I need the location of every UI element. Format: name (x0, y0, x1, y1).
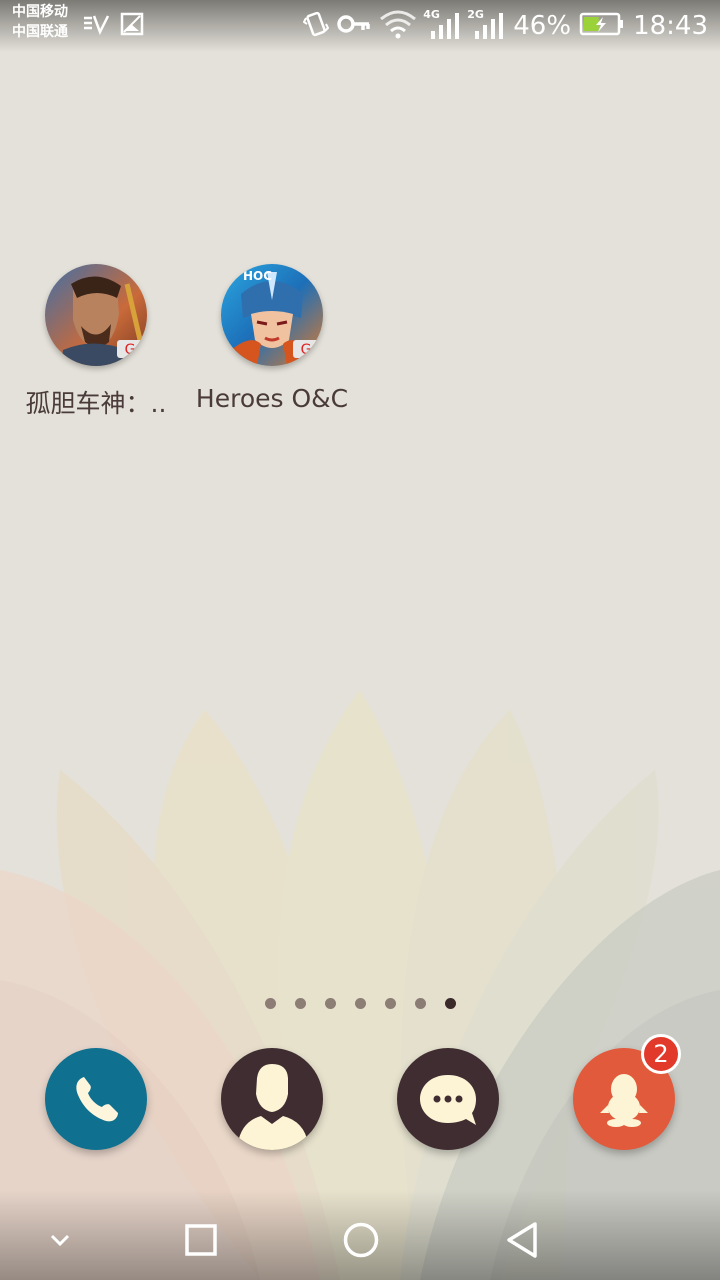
carrier-2-name: 中国联通 (12, 24, 68, 40)
clock: 18:43 (633, 11, 708, 41)
page-indicator (0, 998, 720, 1009)
notification-badge: 2 (641, 1034, 681, 1074)
messages-icon (420, 1075, 476, 1125)
recent-apps-button[interactable] (171, 1210, 231, 1270)
dock-messages-button[interactable] (397, 1048, 499, 1150)
game-gangster-icon[interactable]: G (45, 264, 147, 366)
signal-2: 2G (467, 8, 505, 41)
collapse-icon (50, 1234, 70, 1247)
vibrate-icon (302, 10, 330, 42)
signal-2-label: 2G (467, 8, 484, 21)
contacts-icon (237, 1064, 309, 1150)
collapse-button[interactable] (30, 1210, 90, 1270)
app-shortcut-heroes[interactable]: HOC G Heroes O&C (187, 264, 357, 413)
dock-contacts-button[interactable] (221, 1048, 323, 1150)
carrier-1-name: 中国移动 (12, 4, 68, 20)
v-icon (82, 13, 110, 39)
app-shortcut-gangster[interactable]: G 孤胆车神：.. (11, 264, 181, 420)
game-heroes-icon[interactable]: HOC G (221, 264, 323, 366)
page-dot[interactable] (324, 998, 336, 1009)
status-bar: 中国移动 中国联通 4G 2G 46% 18:43 (0, 0, 720, 52)
page-dot[interactable] (414, 998, 426, 1009)
recent-apps-icon (185, 1224, 217, 1256)
dock-phone-button[interactable] (45, 1048, 147, 1150)
carrier-info: 中国移动 中国联通 (12, 2, 68, 42)
phone-icon (76, 1077, 118, 1122)
svg-text:HOC: HOC (243, 269, 272, 283)
key-icon (337, 14, 371, 38)
signal-1-label: 4G (423, 8, 440, 21)
home-icon (343, 1222, 379, 1258)
dock-qq-button[interactable]: 2 (573, 1034, 681, 1150)
image-icon (120, 12, 144, 40)
page-dot[interactable] (354, 998, 366, 1009)
wifi-icon (379, 9, 417, 43)
back-icon (507, 1222, 537, 1258)
page-dot[interactable] (384, 998, 396, 1009)
back-button[interactable] (492, 1210, 552, 1270)
battery-percent: 46% (513, 11, 572, 41)
app-label-gangster: 孤胆车神：.. (25, 389, 167, 418)
svg-text:G: G (301, 342, 312, 358)
svg-text:G: G (125, 342, 136, 358)
page-dot-active[interactable] (444, 998, 456, 1009)
signal-1: 4G (423, 8, 461, 41)
app-label-heroes: Heroes O&C (195, 384, 349, 413)
battery-charging-icon (579, 11, 625, 41)
navigation-bar (0, 1190, 720, 1280)
home-button[interactable] (331, 1210, 391, 1270)
qq-icon (600, 1074, 648, 1127)
page-dot[interactable] (264, 998, 276, 1009)
page-dot[interactable] (294, 998, 306, 1009)
